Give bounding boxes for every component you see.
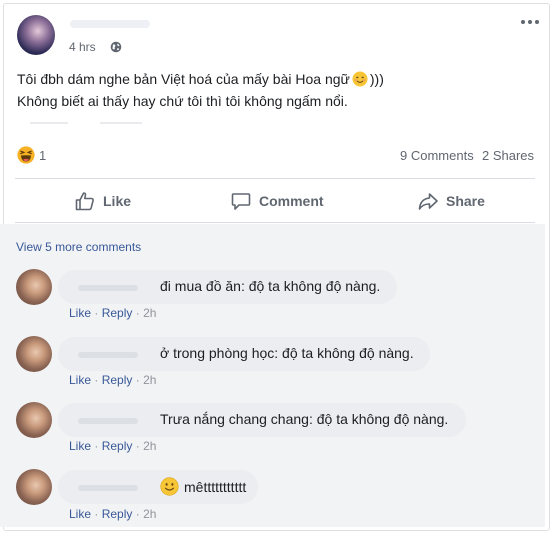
smiley-emoji-icon: [160, 477, 179, 496]
commenter-avatar[interactable]: [16, 402, 52, 438]
comment-like-link[interactable]: Like: [69, 373, 91, 387]
more-options-icon[interactable]: [519, 14, 541, 30]
commenter-avatar[interactable]: [16, 336, 52, 372]
reaction-count[interactable]: 1: [39, 148, 46, 163]
comment-time[interactable]: 2h: [143, 507, 156, 521]
comment-like-link[interactable]: Like: [69, 439, 91, 453]
comment-actions: Like · Reply · 2h: [69, 373, 156, 387]
blurred-line: [30, 122, 68, 124]
comment-button[interactable]: Comment: [230, 186, 324, 216]
comment-text: Trưa nắng chang chang: độ ta không độ nà…: [160, 411, 449, 427]
separator: ·: [94, 373, 99, 387]
comment-like-link[interactable]: Like: [69, 306, 91, 320]
comment-text: đi mua đồ ăn: độ ta không độ nàng.: [160, 278, 381, 294]
separator: ·: [135, 507, 140, 521]
comment-bubble-icon: [231, 193, 251, 210]
smiling-face-emoji-icon: [352, 71, 368, 87]
comment-time[interactable]: 2h: [143, 373, 156, 387]
separator: ·: [94, 439, 99, 453]
separator: ·: [135, 439, 140, 453]
divider: [15, 222, 535, 223]
separator: ·: [94, 507, 99, 521]
post-timestamp[interactable]: 4 hrs: [69, 40, 96, 54]
separator: ·: [135, 373, 140, 387]
comment-reply-link[interactable]: Reply: [102, 439, 133, 453]
shares-count-link[interactable]: 2 Shares: [482, 148, 534, 163]
share-button-label: Share: [446, 193, 485, 209]
author-avatar[interactable]: [17, 15, 55, 55]
commenter-name-blurred[interactable]: [78, 285, 138, 291]
comment-text: mêttttttttttt: [184, 479, 247, 495]
post-body: Tôi đbh dám nghe bản Việt hoá của mấy bà…: [17, 68, 537, 112]
author-name-blurred: [70, 20, 150, 28]
comment-time[interactable]: 2h: [143, 439, 156, 453]
like-button-label: Like: [103, 193, 132, 209]
separator: ·: [94, 306, 99, 320]
comment-reply-link[interactable]: Reply: [102, 306, 133, 320]
comment-actions: Like · Reply · 2h: [69, 306, 156, 320]
share-button[interactable]: Share: [417, 186, 485, 216]
share-arrow-icon: [418, 193, 438, 210]
post-line-1-suffix: ))): [369, 71, 384, 87]
comments-count-link[interactable]: 9 Comments: [400, 148, 474, 163]
divider: [15, 178, 535, 179]
view-more-comments-link[interactable]: View 5 more comments: [16, 240, 141, 254]
globe-icon[interactable]: [110, 41, 122, 53]
post-line-1-text: Tôi đbh dám nghe bản Việt hoá của mấy bà…: [17, 71, 350, 87]
comment-actions: Like · Reply · 2h: [69, 507, 156, 521]
commenter-name-blurred[interactable]: [78, 485, 138, 491]
post-line-1: Tôi đbh dám nghe bản Việt hoá của mấy bà…: [17, 68, 537, 90]
haha-reaction-icon[interactable]: [17, 146, 35, 164]
blurred-line: [100, 122, 142, 124]
commenter-avatar[interactable]: [16, 269, 52, 305]
commenter-name-blurred[interactable]: [78, 418, 138, 424]
comment-like-link[interactable]: Like: [69, 507, 91, 521]
comment-reply-link[interactable]: Reply: [102, 507, 133, 521]
commenter-avatar[interactable]: [16, 469, 52, 505]
post-line-2: Không biết ai thấy hay chứ tôi thì tôi k…: [17, 93, 348, 109]
comment-button-label: Comment: [259, 193, 324, 209]
separator: ·: [135, 306, 140, 320]
comment-actions: Like · Reply · 2h: [69, 439, 156, 453]
like-button[interactable]: Like: [74, 186, 131, 216]
comment-reply-link[interactable]: Reply: [102, 373, 133, 387]
thumbs-up-icon: [75, 192, 94, 211]
comment-time[interactable]: 2h: [143, 306, 156, 320]
comment-text: ở trong phòng học: độ ta không độ nàng.: [160, 345, 414, 361]
commenter-name-blurred[interactable]: [78, 352, 138, 358]
